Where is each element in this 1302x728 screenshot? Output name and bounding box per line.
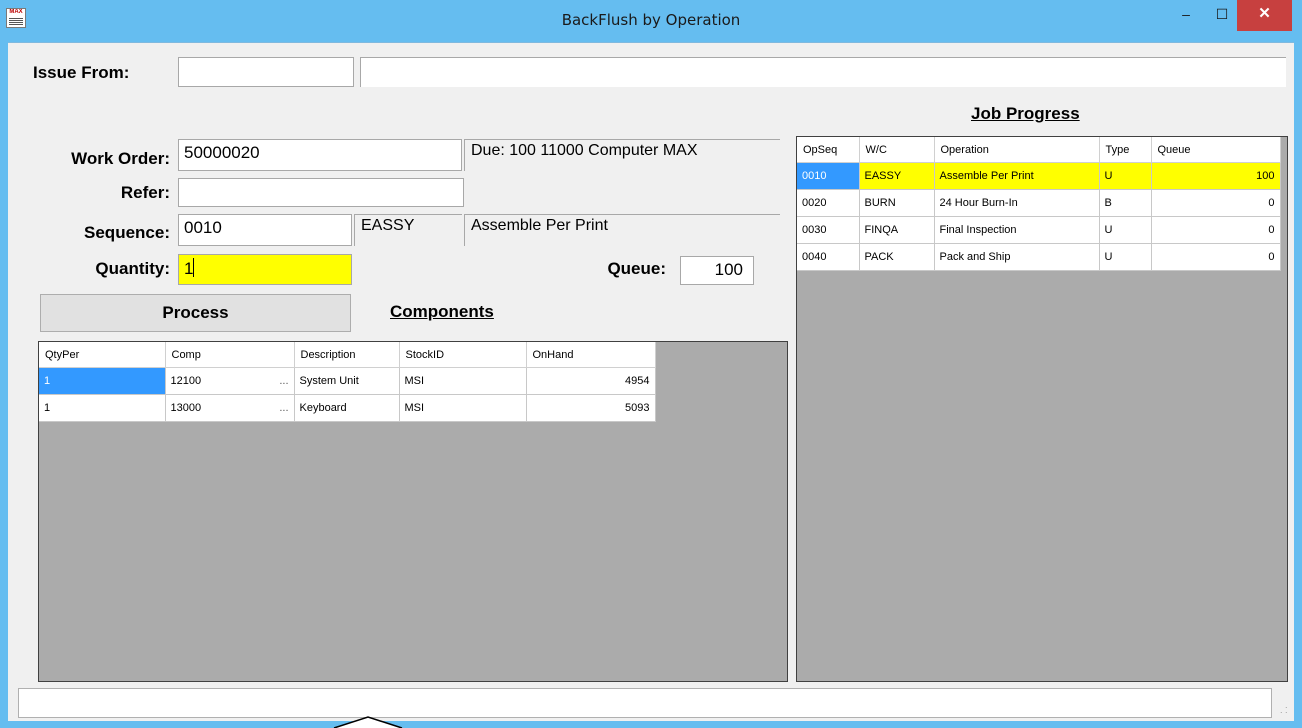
operation-cell[interactable]: 24 Hour Burn-In <box>934 189 1100 217</box>
column-header-opseq[interactable]: OpSeq <box>797 137 860 163</box>
resize-grip-icon[interactable]: .. . <box>1280 701 1292 717</box>
qtyper-cell[interactable]: 1 <box>39 394 166 422</box>
opseq-cell[interactable]: 0010 <box>797 162 860 190</box>
quantity-input[interactable]: 1 <box>178 254 352 285</box>
type-cell[interactable]: U <box>1099 162 1152 190</box>
queue-value: 100 <box>680 256 754 285</box>
work-order-label: Work Order: <box>71 149 170 168</box>
splitter-handle-icon[interactable] <box>332 714 404 728</box>
queue-cell[interactable]: 0 <box>1151 189 1281 217</box>
column-header-type[interactable]: Type <box>1099 137 1152 163</box>
description-cell[interactable]: Keyboard <box>294 394 400 422</box>
column-header-wc[interactable]: W/C <box>859 137 935 163</box>
components-grid[interactable]: QtyPer Comp Description StockID OnHand 1… <box>38 341 788 682</box>
stockid-cell[interactable]: MSI <box>399 394 527 422</box>
table-row[interactable]: 0010 EASSY Assemble Per Print U 100 <box>797 162 1281 190</box>
work-order-input[interactable]: 50000020 <box>178 139 462 171</box>
column-header-qtyper[interactable]: QtyPer <box>39 342 166 368</box>
table-row[interactable]: 0030 FINQA Final Inspection U 0 <box>797 216 1281 244</box>
refer-input[interactable] <box>178 178 464 207</box>
wc-cell[interactable]: BURN <box>859 189 935 217</box>
queue-cell[interactable]: 0 <box>1151 216 1281 244</box>
qtyper-cell[interactable]: 1 <box>39 367 166 395</box>
window-title: BackFlush by Operation <box>561 11 741 29</box>
opseq-cell[interactable]: 0020 <box>797 189 860 217</box>
table-row[interactable]: 0040 PACK Pack and Ship U 0 <box>797 243 1281 271</box>
job-progress-grid[interactable]: OpSeq W/C Operation Type Queue 0010 EASS… <box>796 136 1288 682</box>
type-cell[interactable]: B <box>1099 189 1152 217</box>
components-title: Components <box>390 302 494 321</box>
sequence-label: Sequence: <box>84 223 170 242</box>
sequence-description: Assemble Per Print <box>464 214 780 246</box>
wc-cell[interactable]: EASSY <box>859 162 935 190</box>
work-order-description: Due: 100 11000 Computer MAX <box>464 139 780 171</box>
comp-value: 12100 <box>170 375 202 387</box>
comp-cell[interactable]: 13000... <box>165 394 295 422</box>
operation-cell[interactable]: Final Inspection <box>934 216 1100 244</box>
column-header-onhand[interactable]: OnHand <box>526 342 656 368</box>
column-header-comp[interactable]: Comp <box>165 342 295 368</box>
onhand-cell[interactable]: 4954 <box>526 367 656 395</box>
type-cell[interactable]: U <box>1099 216 1152 244</box>
comp-cell[interactable]: 12100... <box>165 367 295 395</box>
status-bar <box>18 688 1272 718</box>
queue-cell[interactable]: 0 <box>1151 243 1281 271</box>
description-cell[interactable]: System Unit <box>294 367 400 395</box>
issue-from-label: Issue From: <box>33 63 130 82</box>
opseq-cell[interactable]: 0040 <box>797 243 860 271</box>
column-header-stockid[interactable]: StockID <box>399 342 527 368</box>
operation-cell[interactable]: Assemble Per Print <box>934 162 1100 190</box>
column-header-description[interactable]: Description <box>294 342 400 368</box>
stockid-cell[interactable]: MSI <box>399 367 527 395</box>
operation-cell[interactable]: Pack and Ship <box>934 243 1100 271</box>
table-row[interactable]: 1 13000... Keyboard MSI 5093 <box>39 394 656 422</box>
table-row[interactable]: 1 12100... System Unit MSI 4954 <box>39 367 656 395</box>
quantity-value: 1 <box>184 259 194 278</box>
minimize-button[interactable]: ‒ <box>1171 0 1201 31</box>
type-cell[interactable]: U <box>1099 243 1152 271</box>
job-progress-title: Job Progress <box>971 104 1080 123</box>
sequence-workcenter: EASSY <box>354 214 462 246</box>
components-header-row: QtyPer Comp Description StockID OnHand <box>39 342 656 368</box>
job-progress-header-row: OpSeq W/C Operation Type Queue <box>797 137 1281 163</box>
column-header-queue[interactable]: Queue <box>1151 137 1281 163</box>
queue-cell[interactable]: 100 <box>1151 162 1281 190</box>
process-button[interactable]: Process <box>40 294 351 332</box>
sequence-input[interactable]: 0010 <box>178 214 352 246</box>
onhand-cell[interactable]: 5093 <box>526 394 656 422</box>
components-table: QtyPer Comp Description StockID OnHand 1… <box>39 342 656 422</box>
lookup-button[interactable]: ... <box>279 402 288 414</box>
wc-cell[interactable]: PACK <box>859 243 935 271</box>
table-row[interactable]: 0020 BURN 24 Hour Burn-In B 0 <box>797 189 1281 217</box>
queue-label: Queue: <box>607 259 666 278</box>
title-bar[interactable]: MAX BackFlush by Operation ‒ ☐ ✕ <box>0 0 1302 42</box>
column-header-operation[interactable]: Operation <box>934 137 1100 163</box>
lookup-button[interactable]: ... <box>279 375 288 387</box>
close-button[interactable]: ✕ <box>1237 0 1292 31</box>
refer-label: Refer: <box>120 183 170 202</box>
text-cursor <box>193 258 195 277</box>
wc-cell[interactable]: FINQA <box>859 216 935 244</box>
application-window: MAX BackFlush by Operation ‒ ☐ ✕ Issue F… <box>0 0 1302 728</box>
opseq-cell[interactable]: 0030 <box>797 216 860 244</box>
comp-value: 13000 <box>170 402 202 414</box>
issue-from-description <box>360 57 1286 87</box>
issue-from-input[interactable] <box>178 57 354 87</box>
quantity-label: Quantity: <box>95 259 170 278</box>
job-progress-table: OpSeq W/C Operation Type Queue 0010 EASS… <box>797 137 1281 271</box>
maximize-button[interactable]: ☐ <box>1207 0 1237 31</box>
form-body: Issue From: Job Progress Work Order: 500… <box>8 42 1294 721</box>
